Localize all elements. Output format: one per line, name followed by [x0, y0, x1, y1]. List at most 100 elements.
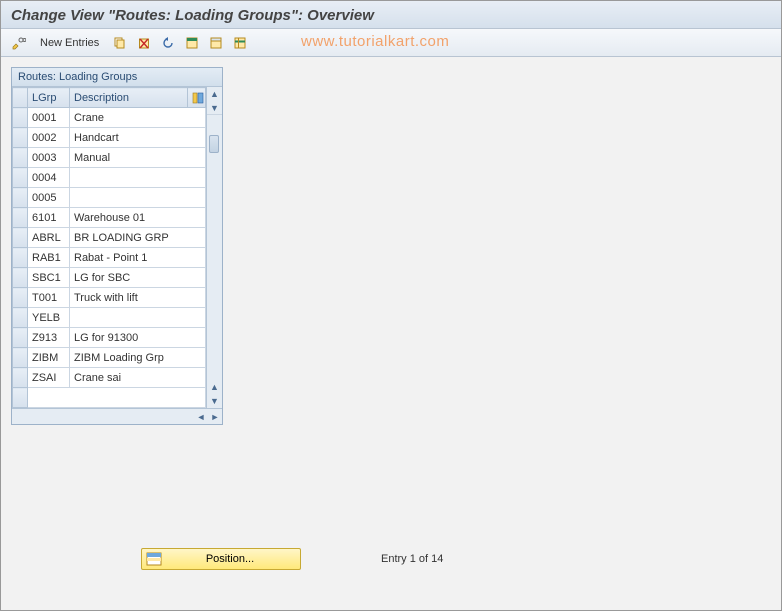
table-row[interactable]: SBC1LG for SBC	[13, 268, 206, 288]
row-selector[interactable]	[13, 208, 28, 228]
cell-description[interactable]	[70, 308, 206, 328]
table-settings-icon	[233, 36, 247, 50]
cell-lgrp[interactable]: YELB	[28, 308, 70, 328]
row-selector[interactable]	[13, 328, 28, 348]
table-row[interactable]: 0005	[13, 188, 206, 208]
deselect-all-icon	[209, 36, 223, 50]
cell-empty	[28, 388, 206, 408]
footer-strip: Position... Entry 1 of 14	[1, 548, 781, 570]
table-row[interactable]: 0001Crane	[13, 108, 206, 128]
row-selector[interactable]	[13, 148, 28, 168]
cell-description[interactable]: Truck with lift	[70, 288, 206, 308]
table-row[interactable]: ZIBMZIBM Loading Grp	[13, 348, 206, 368]
work-area: Routes: Loading Groups LGrp Description	[1, 57, 781, 435]
cell-lgrp[interactable]: 6101	[28, 208, 70, 228]
scroll-right-arrow-icon[interactable]: ►	[208, 410, 222, 424]
scroll-up-arrow-icon[interactable]: ▲	[207, 87, 222, 101]
scroll-up-bottom-arrow-icon[interactable]: ▲	[207, 380, 222, 394]
application-toolbar: New Entries	[1, 29, 781, 57]
cell-description[interactable]: Handcart	[70, 128, 206, 148]
row-selector[interactable]	[13, 288, 28, 308]
cell-description[interactable]: ZIBM Loading Grp	[70, 348, 206, 368]
table-row[interactable]: ZSAICrane sai	[13, 368, 206, 388]
table-row[interactable]: 0004	[13, 168, 206, 188]
scroll-down-bottom-arrow-icon[interactable]: ▼	[207, 394, 222, 408]
page-title: Change View "Routes: Loading Groups": Ov…	[11, 7, 374, 24]
row-selector[interactable]	[13, 108, 28, 128]
window-title-bar: Change View "Routes: Loading Groups": Ov…	[1, 1, 781, 29]
new-entries-button[interactable]: New Entries	[33, 34, 106, 52]
copy-icon	[113, 36, 127, 50]
cell-lgrp[interactable]: RAB1	[28, 248, 70, 268]
row-selector[interactable]	[13, 128, 28, 148]
row-selector	[13, 388, 28, 408]
table-row[interactable]: 0003Manual	[13, 148, 206, 168]
deselect-all-button[interactable]	[206, 33, 226, 53]
scroll-down-arrow-icon[interactable]: ▼	[207, 101, 222, 115]
cell-lgrp[interactable]: 0002	[28, 128, 70, 148]
cell-lgrp[interactable]: SBC1	[28, 268, 70, 288]
column-header-description[interactable]: Description	[70, 88, 188, 108]
column-header-lgrp[interactable]: LGrp	[28, 88, 70, 108]
watermark-text: www.tutorialkart.com	[301, 33, 449, 50]
copy-as-button[interactable]	[110, 33, 130, 53]
cell-description[interactable]: Crane sai	[70, 368, 206, 388]
entry-counter-text: Entry 1 of 14	[381, 553, 443, 565]
delete-icon	[137, 36, 151, 50]
cell-lgrp[interactable]: T001	[28, 288, 70, 308]
horizontal-scrollbar[interactable]: ◄ ►	[12, 408, 222, 424]
table-panel: Routes: Loading Groups LGrp Description	[11, 67, 223, 425]
row-selector[interactable]	[13, 368, 28, 388]
loading-groups-table[interactable]: LGrp Description 0001Crane0002Handcart00…	[12, 87, 206, 408]
row-selector[interactable]	[13, 248, 28, 268]
row-selector[interactable]	[13, 348, 28, 368]
row-selector[interactable]	[13, 188, 28, 208]
row-selector[interactable]	[13, 268, 28, 288]
cell-lgrp[interactable]: ZIBM	[28, 348, 70, 368]
row-selector[interactable]	[13, 228, 28, 248]
cell-description[interactable]: Crane	[70, 108, 206, 128]
cell-description[interactable]	[70, 168, 206, 188]
delete-button[interactable]	[134, 33, 154, 53]
column-config-button[interactable]	[188, 88, 206, 108]
table-row[interactable]: Z913LG for 91300	[13, 328, 206, 348]
cell-description[interactable]: LG for 91300	[70, 328, 206, 348]
table-row[interactable]: T001Truck with lift	[13, 288, 206, 308]
select-all-icon	[185, 36, 199, 50]
table-row[interactable]: YELB	[13, 308, 206, 328]
cell-description[interactable]: LG for SBC	[70, 268, 206, 288]
cell-description[interactable]: Manual	[70, 148, 206, 168]
cell-lgrp[interactable]: 0001	[28, 108, 70, 128]
undo-icon	[161, 36, 175, 50]
new-entries-label: New Entries	[40, 37, 99, 49]
print-button[interactable]	[230, 33, 250, 53]
cell-lgrp[interactable]: ZSAI	[28, 368, 70, 388]
table-row[interactable]: 0002Handcart	[13, 128, 206, 148]
cell-description[interactable]: Warehouse 01	[70, 208, 206, 228]
row-selector[interactable]	[13, 168, 28, 188]
panel-header: Routes: Loading Groups	[12, 68, 222, 87]
scroll-thumb[interactable]	[209, 135, 219, 153]
position-icon	[146, 552, 162, 566]
cell-lgrp[interactable]: 0004	[28, 168, 70, 188]
cell-description[interactable]	[70, 188, 206, 208]
cell-lgrp[interactable]: Z913	[28, 328, 70, 348]
position-button[interactable]: Position...	[141, 548, 301, 570]
table-row[interactable]: 6101Warehouse 01	[13, 208, 206, 228]
scroll-left-arrow-icon[interactable]: ◄	[194, 410, 208, 424]
vertical-scrollbar[interactable]: ▲ ▼ ▲ ▼	[206, 87, 222, 408]
row-selector[interactable]	[13, 308, 28, 328]
table-row[interactable]: ABRLBR LOADING GRP	[13, 228, 206, 248]
column-header-selector[interactable]	[13, 88, 28, 108]
cell-lgrp[interactable]: ABRL	[28, 228, 70, 248]
toggle-display-change-button[interactable]	[9, 33, 29, 53]
select-all-button[interactable]	[182, 33, 202, 53]
cell-lgrp[interactable]: 0003	[28, 148, 70, 168]
table-row-empty	[13, 388, 206, 408]
pencil-glasses-icon	[12, 36, 26, 50]
cell-description[interactable]: BR LOADING GRP	[70, 228, 206, 248]
cell-lgrp[interactable]: 0005	[28, 188, 70, 208]
table-row[interactable]: RAB1Rabat - Point 1	[13, 248, 206, 268]
undo-change-button[interactable]	[158, 33, 178, 53]
cell-description[interactable]: Rabat - Point 1	[70, 248, 206, 268]
